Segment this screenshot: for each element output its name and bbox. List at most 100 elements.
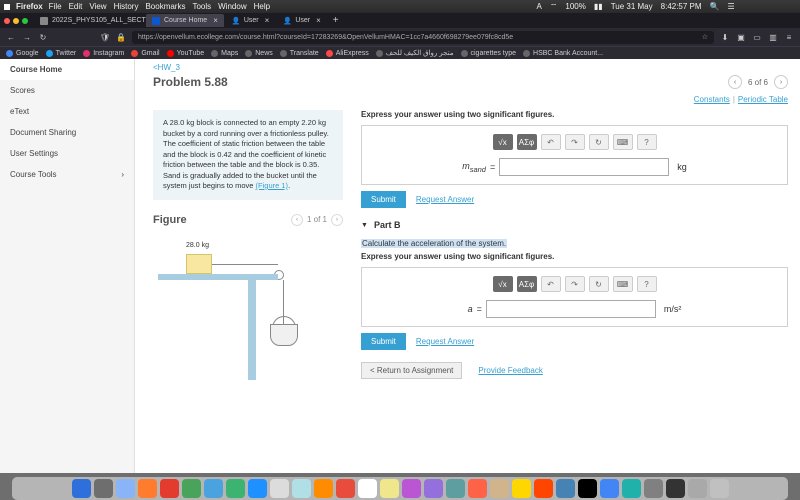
tool-redo[interactable]: ↷ <box>565 276 585 292</box>
dock-app-26[interactable] <box>644 479 663 498</box>
dock-app-9[interactable] <box>270 479 289 498</box>
dock-app-17[interactable] <box>446 479 465 498</box>
dock-app-2[interactable] <box>116 479 135 498</box>
star-icon[interactable]: ☆ <box>702 33 708 41</box>
provide-feedback-link[interactable]: Provide Feedback <box>478 366 542 375</box>
dock-app-1[interactable] <box>94 479 113 498</box>
menu-history[interactable]: History <box>114 2 139 11</box>
tool-keyboard[interactable]: ⌨ <box>613 276 633 292</box>
partb-header[interactable]: ▼Part B <box>361 220 788 230</box>
dock-app-3[interactable] <box>138 479 157 498</box>
bookmark-twitter[interactable]: Twitter <box>46 50 77 57</box>
bookmark-news[interactable]: News <box>245 50 273 57</box>
dock-app-25[interactable] <box>622 479 641 498</box>
dock-app-27[interactable] <box>666 479 685 498</box>
menu-icon[interactable]: ≡ <box>784 33 794 42</box>
tool-redo[interactable]: ↷ <box>565 134 585 150</box>
return-assignment-button[interactable]: < Return to Assignment <box>361 362 462 379</box>
tool-help[interactable]: ? <box>637 276 657 292</box>
sidebar-item-user-settings[interactable]: User Settings <box>0 143 134 164</box>
menu-bookmarks[interactable]: Bookmarks <box>145 2 185 11</box>
tool-greek[interactable]: ΑΣφ <box>517 276 537 292</box>
dock-app-24[interactable] <box>600 479 619 498</box>
parta-input[interactable] <box>499 158 669 176</box>
dock-app-23[interactable] <box>578 479 597 498</box>
dock-app-28[interactable] <box>688 479 707 498</box>
sidebar-item-doc-sharing[interactable]: Document Sharing <box>0 122 134 143</box>
new-tab-button[interactable]: + <box>329 14 343 27</box>
menu-edit[interactable]: Edit <box>69 2 83 11</box>
constants-link[interactable]: Constants <box>694 95 730 104</box>
fig-next-button[interactable]: › <box>331 214 343 226</box>
dock-app-12[interactable] <box>336 479 355 498</box>
tool-reset[interactable]: ↻ <box>589 276 609 292</box>
sidebar-item-etext[interactable]: eText <box>0 101 134 122</box>
dock-app-16[interactable] <box>424 479 443 498</box>
dock-app-8[interactable] <box>248 479 267 498</box>
bookmark-maps[interactable]: Maps <box>211 50 238 57</box>
bookmark-cigs[interactable]: cigarettes type <box>461 50 517 57</box>
download-icon[interactable]: ⬇ <box>720 33 730 42</box>
sidebar-item-course-tools[interactable]: Course Tools› <box>0 164 134 185</box>
tool-undo[interactable]: ↶ <box>541 134 561 150</box>
sidebar-item-scores[interactable]: Scores <box>0 80 134 101</box>
dock-app-6[interactable] <box>204 479 223 498</box>
dock-app-21[interactable] <box>534 479 553 498</box>
tool-help[interactable]: ? <box>637 134 657 150</box>
dock-app-5[interactable] <box>182 479 201 498</box>
forward-button[interactable]: → <box>22 33 32 42</box>
dock-app-20[interactable] <box>512 479 531 498</box>
tab-3[interactable]: 👤User× <box>277 14 326 27</box>
figure-link[interactable]: (Figure 1) <box>256 181 289 190</box>
fig-prev-button[interactable]: ‹ <box>291 214 303 226</box>
close-icon[interactable]: × <box>213 16 218 25</box>
tool-greek[interactable]: ΑΣφ <box>517 134 537 150</box>
dock-app-11[interactable] <box>314 479 333 498</box>
bookmark-arabic[interactable]: متجر رواق الكيف للحف <box>376 49 454 57</box>
url-input[interactable]: https://openvellum.ecollege.com/course.h… <box>132 31 714 44</box>
tool-reset[interactable]: ↻ <box>589 134 609 150</box>
account-icon[interactable]: ▣ <box>736 33 746 42</box>
close-icon[interactable]: × <box>265 16 270 25</box>
bookmark-instagram[interactable]: Instagram <box>83 50 124 57</box>
partb-input[interactable] <box>486 300 656 318</box>
wifi-icon[interactable]: ⌔ <box>550 2 558 12</box>
close-icon[interactable]: × <box>316 16 321 25</box>
back-button[interactable]: ← <box>6 33 16 42</box>
prev-problem-button[interactable]: ‹ <box>728 75 742 89</box>
control-center-icon[interactable]: ☰ <box>728 2 735 11</box>
bookmark-google[interactable]: Google <box>6 50 39 57</box>
window-controls[interactable] <box>4 18 28 24</box>
parta-request-answer-link[interactable]: Request Answer <box>416 195 474 204</box>
tool-sqrt[interactable]: √x <box>493 276 513 292</box>
dock-app-10[interactable] <box>292 479 311 498</box>
search-icon[interactable]: 🔍 <box>710 2 720 11</box>
tool-undo[interactable]: ↶ <box>541 276 561 292</box>
dock-app-14[interactable] <box>380 479 399 498</box>
dock-app-19[interactable] <box>490 479 509 498</box>
tool-sqrt[interactable]: √x <box>493 134 513 150</box>
tool-keyboard[interactable]: ⌨ <box>613 134 633 150</box>
menu-tools[interactable]: Tools <box>192 2 211 11</box>
bookmark-translate[interactable]: Translate <box>280 50 319 57</box>
breadcrumb[interactable]: <HW_3 <box>153 63 788 72</box>
dock-app-0[interactable] <box>72 479 91 498</box>
dock-app-7[interactable] <box>226 479 245 498</box>
tab-1[interactable]: Course Home× <box>146 14 224 27</box>
menu-help[interactable]: Help <box>254 2 270 11</box>
extensions-icon[interactable]: ▥ <box>768 33 778 42</box>
screenshot-icon[interactable]: ▭ <box>752 33 762 42</box>
dock-app-18[interactable] <box>468 479 487 498</box>
tab-0[interactable]: 2022S_PHYS105_ALL_SECTION× <box>34 14 144 27</box>
dock-app-29[interactable] <box>710 479 729 498</box>
tab-2[interactable]: 👤User× <box>226 14 275 27</box>
parta-submit-button[interactable]: Submit <box>361 191 406 208</box>
menu-file[interactable]: File <box>49 2 62 11</box>
bookmark-youtube[interactable]: YouTube <box>167 50 205 57</box>
reload-button[interactable]: ↻ <box>38 33 48 42</box>
shield-icon[interactable]: 🛡 <box>100 33 110 42</box>
bookmark-hsbc[interactable]: HSBC Bank Account... <box>523 50 603 57</box>
partb-request-answer-link[interactable]: Request Answer <box>416 337 474 346</box>
bookmark-aliexpress[interactable]: AliExpress <box>326 50 369 57</box>
dock-app-22[interactable] <box>556 479 575 498</box>
